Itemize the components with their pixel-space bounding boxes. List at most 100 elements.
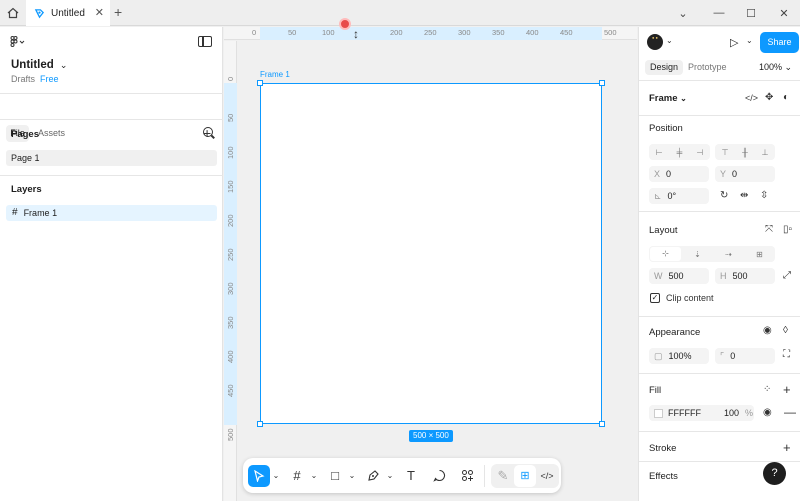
canvas[interactable]: 0 50 100 200 250 300 350 400 450 500 ↕ 0… — [224, 18, 637, 501]
grid-settings-icon[interactable]: ▯▫ — [783, 224, 792, 235]
pages-heading: Pages — [11, 129, 39, 140]
corner-radius-field[interactable]: ⌜ 0 — [715, 348, 775, 364]
ruler-left: 0 50 100 150 200 250 300 350 400 450 500 — [224, 41, 237, 501]
chevron-down-icon[interactable]: ⌄ — [346, 465, 358, 487]
chevron-down-icon[interactable]: ⌄ — [746, 36, 753, 45]
resize-handle[interactable] — [599, 421, 605, 427]
chevron-down-icon[interactable]: ⌄ — [666, 36, 673, 45]
present-icon[interactable]: ▷ — [730, 36, 738, 49]
frame-label[interactable]: Frame 1 — [260, 70, 290, 79]
height-field[interactable]: H 500 — [715, 268, 775, 284]
draw-mode-button[interactable]: ✎ — [492, 465, 514, 487]
blend-mode-icon[interactable]: ◊ — [783, 325, 788, 336]
fill-field[interactable]: FFFFFF 100 % — [649, 405, 754, 421]
tab-design[interactable]: Design — [645, 60, 684, 75]
x-field[interactable]: X0 — [649, 166, 709, 182]
ruler-tick: 250 — [424, 28, 437, 37]
plan-badge[interactable]: Free — [40, 74, 59, 84]
tab-untitled[interactable]: Untitled ✕ — [26, 0, 110, 26]
tab-dropdown-button[interactable]: ⌄ — [665, 0, 701, 26]
document-title[interactable]: Untitled ⌄ — [11, 59, 67, 71]
recording-indicator-icon — [339, 18, 351, 30]
pen-tool-button[interactable] — [362, 465, 384, 487]
home-icon — [7, 7, 19, 19]
y-field[interactable]: Y0 — [715, 166, 775, 182]
move-tool-button[interactable] — [248, 464, 270, 487]
horizontal-layout-icon[interactable]: ⇢ — [713, 250, 744, 259]
clip-content-checkbox[interactable]: ✓ — [650, 293, 660, 303]
contrast-icon[interactable]: ◐ — [783, 92, 789, 103]
fill-swatch[interactable] — [654, 409, 663, 419]
new-tab-button[interactable]: + — [114, 4, 122, 20]
share-button[interactable]: Share — [760, 32, 799, 53]
tab-prototype[interactable]: Prototype — [683, 60, 732, 75]
flip-vertical-icon[interactable]: ⇳ — [760, 190, 768, 201]
chevron-down-icon[interactable]: ⌄ — [270, 465, 282, 487]
actions-tool-button[interactable] — [456, 465, 478, 487]
zoom-dropdown[interactable]: 100% ⌄ — [759, 62, 792, 73]
tab-assets[interactable]: Assets — [38, 125, 65, 142]
styles-icon[interactable]: ⁘ — [763, 384, 771, 395]
chevron-down-icon[interactable]: ⌄ — [384, 465, 396, 487]
freeform-layout-icon[interactable]: ⊹ — [650, 247, 681, 261]
help-button[interactable]: ? — [763, 462, 786, 485]
fit-icon[interactable]: ⤧ — [765, 224, 773, 235]
layer-item-frame[interactable]: # Frame 1 — [6, 205, 217, 221]
align-right-icon[interactable]: ⊣ — [690, 148, 710, 157]
opacity-field[interactable]: ▢ 100% — [649, 348, 709, 364]
minimize-button[interactable]: — — [701, 0, 737, 26]
resize-handle[interactable] — [599, 80, 605, 86]
rotation-value: 0° — [667, 191, 677, 201]
align-center-h-icon[interactable]: ╪ — [669, 148, 689, 157]
align-bottom-icon[interactable]: ⊥ — [755, 148, 775, 157]
toolbar-divider — [484, 464, 485, 487]
text-tool-button[interactable]: T — [400, 465, 422, 487]
frame-icon: # — [12, 207, 18, 218]
close-window-button[interactable]: ✕ — [766, 0, 800, 26]
independent-corners-icon[interactable]: ⛶ — [783, 349, 790, 360]
right-panel: ● ● ⌄ ▷ ⌄ Share Design Prototype 100% ⌄ … — [638, 27, 800, 501]
constrain-proportions-icon[interactable]: ⤢ — [783, 270, 791, 281]
vertical-layout-icon[interactable]: ⇣ — [682, 250, 713, 259]
size-badge: 500 × 500 — [409, 430, 453, 442]
ruler-tick: 450 — [226, 384, 235, 397]
add-fill-icon[interactable]: + — [783, 382, 791, 397]
y-label: Y — [720, 169, 727, 179]
align-middle-icon[interactable]: ╫ — [735, 148, 755, 157]
tab-close-icon[interactable]: ✕ — [95, 6, 104, 19]
page-item[interactable]: Page 1 — [6, 150, 217, 166]
avatar[interactable]: ● ● — [647, 34, 663, 50]
w-label: W — [654, 271, 663, 281]
rotation-field[interactable]: ⊾ 0° — [649, 188, 709, 204]
home-button[interactable] — [0, 0, 26, 26]
flip-horizontal-icon[interactable]: ⇹ — [740, 190, 748, 201]
align-left-icon[interactable]: ⊢ — [649, 148, 669, 157]
drafts-label[interactable]: Drafts — [11, 74, 35, 84]
frame-tool-button[interactable]: # — [286, 465, 308, 487]
rectangle-tool-button[interactable]: □ — [324, 465, 346, 487]
ruler-tick: 0 — [226, 76, 235, 81]
resize-handle[interactable] — [257, 80, 263, 86]
dev-mode-button[interactable]: </> — [536, 465, 558, 487]
frame-1[interactable] — [257, 80, 605, 427]
chevron-down-icon[interactable]: ⌄ — [308, 465, 320, 487]
align-top-icon[interactable]: ⊤ — [715, 148, 735, 157]
grid-layout-icon[interactable]: ⊞ — [744, 250, 775, 259]
width-field[interactable]: W 500 — [649, 268, 709, 284]
eye-icon[interactable]: ◉ — [763, 407, 772, 418]
design-mode-button[interactable]: ⊞ — [514, 464, 536, 487]
tab-bar: Untitled ✕ + ⌄ — ☐ ✕ — [0, 0, 800, 26]
add-stroke-icon[interactable]: + — [783, 440, 791, 455]
sidebar-toggle-icon[interactable] — [198, 36, 212, 47]
eye-icon[interactable]: ◉ — [763, 325, 772, 336]
remove-fill-icon[interactable]: — — [784, 405, 796, 419]
component-icon[interactable]: ✥ — [765, 92, 773, 103]
resize-handle[interactable] — [257, 421, 263, 427]
add-page-button[interactable]: + — [203, 125, 211, 141]
code-icon[interactable]: </> — [745, 93, 758, 103]
rotate-icon[interactable]: ↻ — [720, 190, 728, 201]
frame-type-dropdown[interactable]: Frame ⌄ — [649, 93, 687, 104]
main-menu-button[interactable] — [10, 36, 26, 51]
maximize-button[interactable]: ☐ — [733, 0, 769, 26]
comment-tool-button[interactable] — [428, 465, 450, 487]
